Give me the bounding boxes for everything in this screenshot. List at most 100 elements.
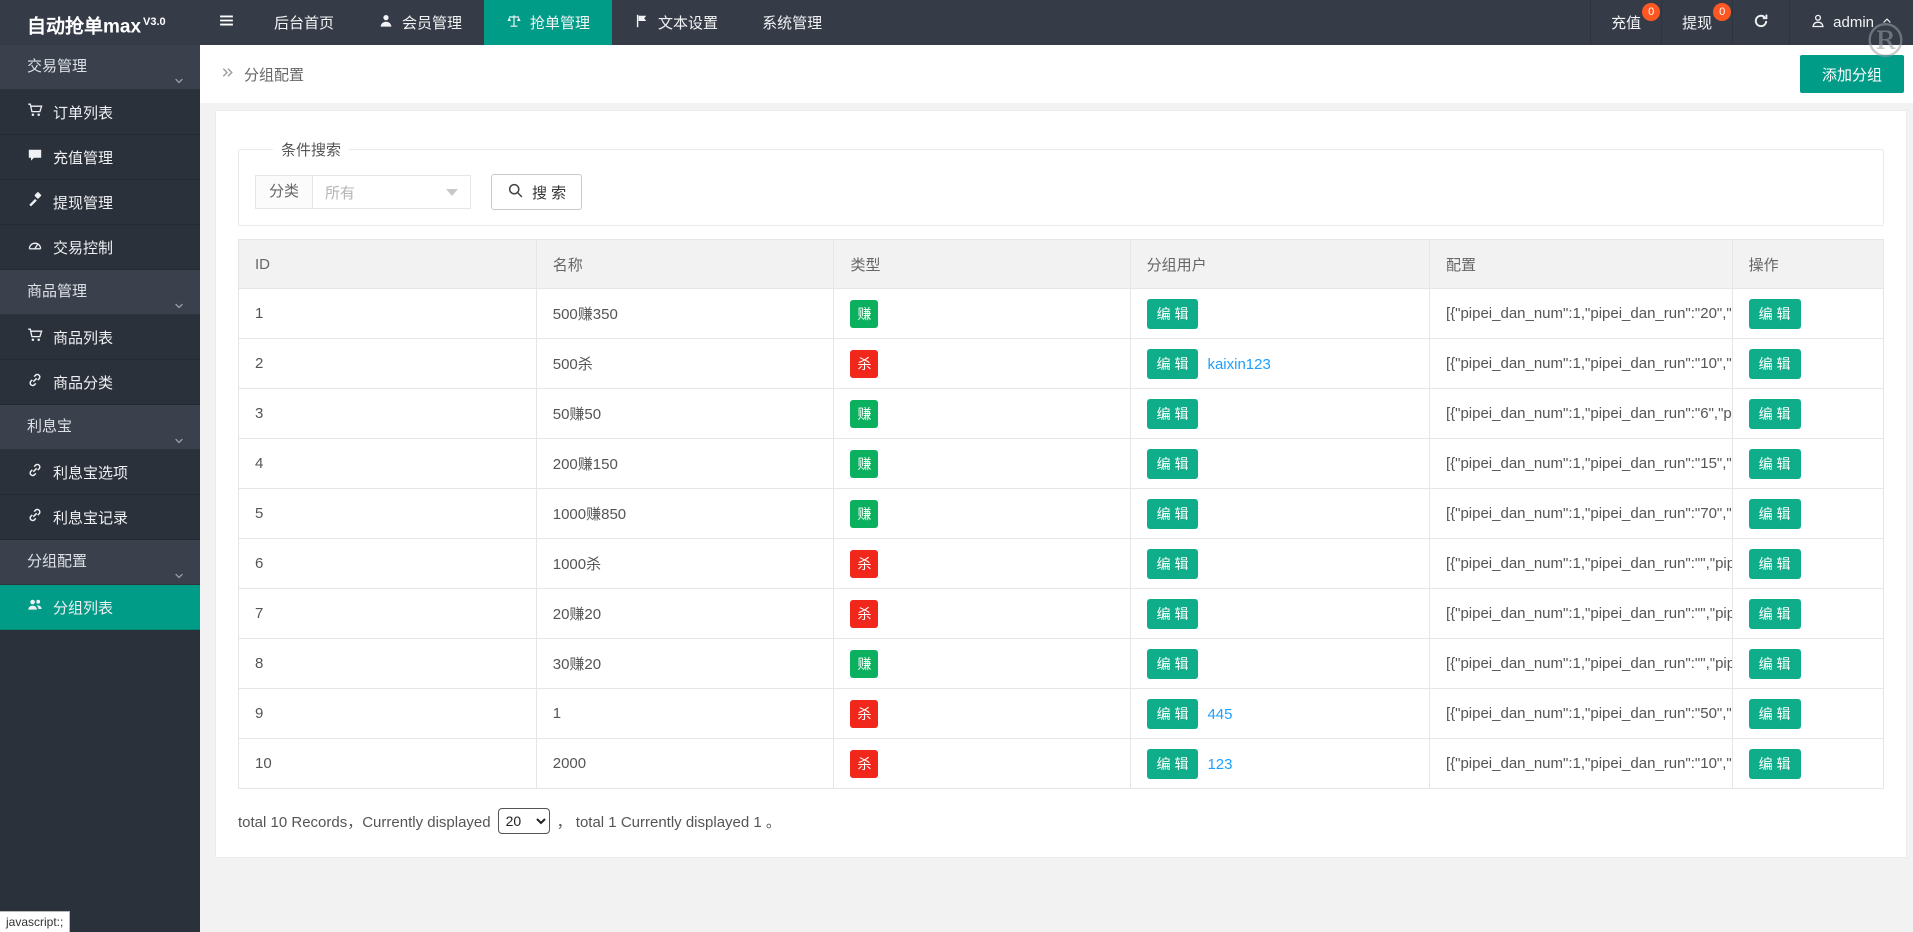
sidebar-item-label: 提现管理 <box>53 192 113 213</box>
section-header-label: 交易管理 <box>27 58 87 75</box>
search-icon <box>507 182 524 203</box>
edit-users-button[interactable]: 编 辑 <box>1147 499 1199 529</box>
id-cell: 4 <box>239 439 537 489</box>
sidebar-item-group-list[interactable]: 分组列表 <box>0 585 200 630</box>
edit-users-button[interactable]: 编 辑 <box>1147 549 1199 579</box>
section-header-label: 分组配置 <box>27 553 87 570</box>
edit-users-button[interactable]: 编 辑 <box>1147 649 1199 679</box>
nav-item-members[interactable]: 会员管理 <box>356 0 484 45</box>
withdraw-notify-button[interactable]: 提现 0 <box>1661 0 1732 45</box>
edit-config-button[interactable]: 编 辑 <box>1749 449 1801 479</box>
registered-watermark-icon: ® <box>1862 18 1909 65</box>
sidebar-item-label: 利息宝选项 <box>53 462 128 483</box>
name-cell: 50赚50 <box>536 389 834 439</box>
chevron-down-icon <box>173 286 185 298</box>
col-header-group-users: 分组用户 <box>1130 240 1429 289</box>
refresh-icon <box>1753 13 1769 33</box>
table-row: 2 500杀 杀 编 辑kaixin123 [{"pipei_dan_num":… <box>239 339 1884 389</box>
gavel-icon <box>27 192 43 212</box>
category-select[interactable]: 所有 <box>313 175 471 209</box>
sidebar-item-lixibao-options[interactable]: 利息宝选项 <box>0 450 200 495</box>
pagination-text-left: total 10 Records，Currently displayed <box>238 811 491 832</box>
groups-table: ID 名称 类型 分组用户 配置 操作 1 500赚350 赚 编 辑 [{"p… <box>238 239 1884 789</box>
edit-config-button[interactable]: 编 辑 <box>1749 349 1801 379</box>
config-cell: [{"pipei_dan_num":1,"pipei_dan_run":"50"… <box>1429 689 1732 739</box>
edit-config-button[interactable]: 编 辑 <box>1749 399 1801 429</box>
user-link[interactable]: 123 <box>1207 756 1232 773</box>
sidebar-item-trade-control[interactable]: 交易控制 <box>0 225 200 270</box>
sidebar-item-order-list[interactable]: 订单列表 <box>0 90 200 135</box>
sidebar-section-group-config[interactable]: 分组配置 <box>0 540 200 585</box>
edit-users-button[interactable]: 编 辑 <box>1147 449 1199 479</box>
edit-config-button[interactable]: 编 辑 <box>1749 699 1801 729</box>
nav-item-home[interactable]: 后台首页 <box>252 0 356 45</box>
table-row: 1 500赚350 赚 编 辑 [{"pipei_dan_num":1,"pip… <box>239 289 1884 339</box>
edit-users-button[interactable]: 编 辑 <box>1147 399 1199 429</box>
nav-item-text-settings[interactable]: 文本设置 <box>612 0 740 45</box>
col-header-type: 类型 <box>834 240 1130 289</box>
edit-users-button[interactable]: 编 辑 <box>1147 349 1199 379</box>
breadcrumb: 分组配置 <box>220 45 304 103</box>
user-link[interactable]: 445 <box>1207 706 1232 723</box>
table-row: 9 1 杀 编 辑445 [{"pipei_dan_num":1,"pipei_… <box>239 689 1884 739</box>
recharge-count-badge: 0 <box>1642 3 1660 21</box>
logo-text: 自动抢单max <box>27 16 141 37</box>
nav-item-system[interactable]: 系统管理 <box>740 0 844 45</box>
cart-icon <box>27 102 43 122</box>
section-header-label: 利息宝 <box>27 418 72 435</box>
table-row: 10 2000 杀 编 辑123 [{"pipei_dan_num":1,"pi… <box>239 739 1884 789</box>
sidebar-item-goods-category[interactable]: 商品分类 <box>0 360 200 405</box>
config-cell: [{"pipei_dan_num":1,"pipei_dan_run":"","… <box>1429 639 1732 689</box>
edit-users-button[interactable]: 编 辑 <box>1147 749 1199 779</box>
search-button[interactable]: 搜 索 <box>491 174 582 210</box>
recharge-notify-button[interactable]: 充值 0 <box>1590 0 1661 45</box>
page-size-select[interactable]: 20 <box>498 808 550 834</box>
menu-toggle-button[interactable] <box>200 0 252 45</box>
name-cell: 2000 <box>536 739 834 789</box>
sidebar-section-trade[interactable]: 交易管理 <box>0 45 200 90</box>
sidebar-item-lixibao-records[interactable]: 利息宝记录 <box>0 495 200 540</box>
sidebar-item-recharge-mgmt[interactable]: 充值管理 <box>0 135 200 180</box>
sidebar-item-label: 订单列表 <box>53 102 113 123</box>
config-cell: [{"pipei_dan_num":1,"pipei_dan_run":"20"… <box>1429 289 1732 339</box>
pagination: total 10 Records，Currently displayed 20 … <box>238 808 1884 834</box>
type-badge: 杀 <box>850 550 878 578</box>
nav-label: 会员管理 <box>402 12 462 33</box>
name-cell: 1000赚850 <box>536 489 834 539</box>
refresh-button[interactable] <box>1732 0 1789 45</box>
edit-users-button[interactable]: 编 辑 <box>1147 699 1199 729</box>
edit-config-button[interactable]: 编 辑 <box>1749 499 1801 529</box>
edit-config-button[interactable]: 编 辑 <box>1749 749 1801 779</box>
name-cell: 500赚350 <box>536 289 834 339</box>
col-header-actions: 操作 <box>1732 240 1883 289</box>
config-cell: [{"pipei_dan_num":1,"pipei_dan_run":"","… <box>1429 589 1732 639</box>
edit-config-button[interactable]: 编 辑 <box>1749 299 1801 329</box>
type-badge: 赚 <box>850 300 878 328</box>
nav-label: 系统管理 <box>762 12 822 33</box>
hamburger-icon <box>218 12 235 34</box>
logo-version: V3.0 <box>143 16 166 28</box>
edit-config-button[interactable]: 编 辑 <box>1749 649 1801 679</box>
id-cell: 5 <box>239 489 537 539</box>
user-icon <box>378 13 394 33</box>
sidebar-item-label: 利息宝记录 <box>53 507 128 528</box>
user-link[interactable]: kaixin123 <box>1207 356 1270 373</box>
edit-users-button[interactable]: 编 辑 <box>1147 599 1199 629</box>
sidebar-item-goods-list[interactable]: 商品列表 <box>0 315 200 360</box>
user-icon <box>1810 13 1826 33</box>
section-header-label: 商品管理 <box>27 283 87 300</box>
id-cell: 10 <box>239 739 537 789</box>
gauge-icon <box>27 237 43 257</box>
edit-users-button[interactable]: 编 辑 <box>1147 299 1199 329</box>
sidebar-section-lixibao[interactable]: 利息宝 <box>0 405 200 450</box>
nav-item-orders[interactable]: 抢单管理 <box>484 0 612 45</box>
admin-app: 自动抢单maxV3.0 后台首页 会员管理 抢单管理 文本设置 系统管理 <box>0 0 1913 932</box>
edit-config-button[interactable]: 编 辑 <box>1749 549 1801 579</box>
sidebar-item-withdraw-mgmt[interactable]: 提现管理 <box>0 180 200 225</box>
sidebar-section-goods[interactable]: 商品管理 <box>0 270 200 315</box>
type-badge: 杀 <box>850 700 878 728</box>
edit-config-button[interactable]: 编 辑 <box>1749 599 1801 629</box>
table-row: 4 200赚150 赚 编 辑 [{"pipei_dan_num":1,"pip… <box>239 439 1884 489</box>
col-header-config: 配置 <box>1429 240 1732 289</box>
table-row: 7 20赚20 杀 编 辑 [{"pipei_dan_num":1,"pipei… <box>239 589 1884 639</box>
